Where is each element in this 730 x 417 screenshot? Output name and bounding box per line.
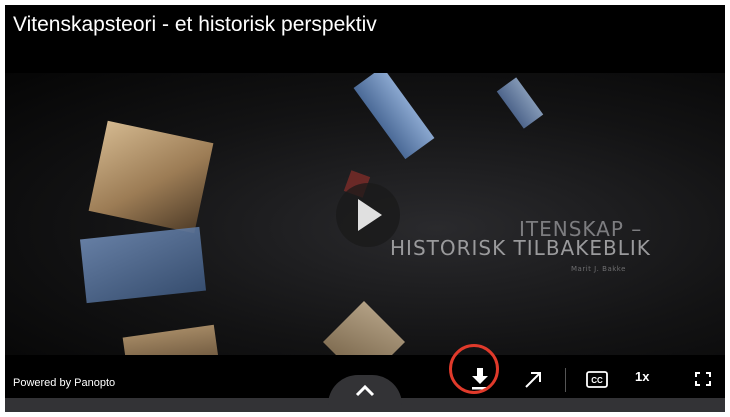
photo-tile-blue-strip — [496, 77, 544, 129]
play-button[interactable] — [336, 183, 400, 247]
video-title: Vitenskapsteori - et historisk perspekti… — [13, 13, 377, 36]
open-external-icon — [525, 372, 541, 388]
video-player: Vitenskapsteori - et historisk perspekti… — [5, 5, 725, 410]
cc-icon: CC — [586, 371, 608, 388]
slide-text-line2: HISTORISK TILBAKEBLIK — [390, 236, 651, 260]
photo-tile-blue-top — [353, 73, 435, 160]
play-icon — [358, 199, 382, 231]
photo-tile-blue-left — [79, 226, 207, 304]
chevron-up-icon — [355, 384, 375, 397]
captions-button[interactable]: CC — [584, 365, 610, 393]
fullscreen-button[interactable] — [690, 365, 716, 393]
photo-tile-bottom-left — [122, 324, 220, 355]
slide-author: Marit J. Bakke — [571, 265, 626, 273]
open-external-button[interactable] — [520, 365, 546, 393]
photo-tile-hands — [88, 120, 214, 234]
photo-tile-bottom-center — [322, 300, 406, 355]
control-divider — [565, 368, 566, 392]
powered-by-label: Powered by Panopto — [13, 377, 116, 389]
download-icon — [472, 368, 488, 390]
fullscreen-icon — [695, 372, 711, 386]
video-frame[interactable]: ITENSKAP – HISTORISK TILBAKEBLIK Marit J… — [5, 73, 725, 355]
cc-label: CC — [591, 376, 603, 385]
playback-speed-button[interactable]: 1x — [635, 369, 649, 384]
download-button[interactable] — [461, 361, 501, 397]
